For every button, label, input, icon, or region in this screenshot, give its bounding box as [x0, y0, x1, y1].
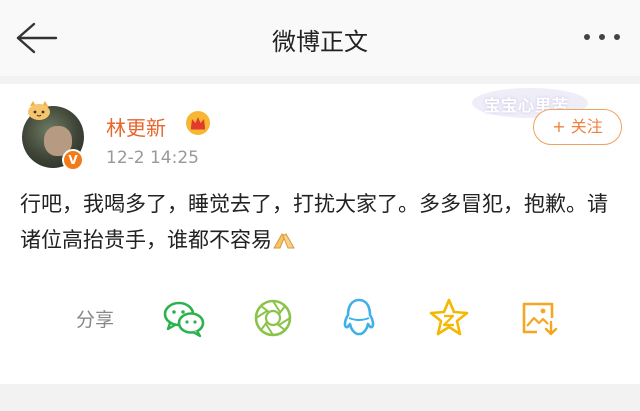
share-label: 分享 — [76, 309, 115, 331]
qq-icon[interactable] — [335, 294, 383, 342]
post-text: 行吧，我喝多了，睡觉去了，打扰大家了。多多冒犯，抱歉。请诸位高抬贵手，谁都不容易 — [20, 192, 608, 252]
cat-pendant-icon — [28, 101, 50, 120]
post-content: 行吧，我喝多了，睡觉去了，打扰大家了。多多冒犯，抱歉。请诸位高抬贵手，谁都不容易 — [20, 186, 620, 258]
qzone-icon[interactable] — [425, 294, 473, 342]
page-title: 微博正文 — [272, 28, 368, 56]
verified-badge: V — [62, 149, 84, 171]
follow-button[interactable]: + 关注 — [533, 109, 622, 145]
moments-icon[interactable] — [249, 294, 297, 342]
save-image-icon[interactable] — [515, 294, 563, 342]
top-bar: 微博正文 — [0, 0, 640, 76]
praying-hands-emoji — [273, 233, 295, 249]
post-time: 12-2 14:25 — [106, 148, 199, 168]
vip-crown-icon — [186, 111, 210, 135]
wechat-icon[interactable] — [160, 294, 208, 342]
author-name[interactable]: 林更新 — [106, 112, 166, 141]
more-dots-icon[interactable] — [582, 30, 622, 44]
